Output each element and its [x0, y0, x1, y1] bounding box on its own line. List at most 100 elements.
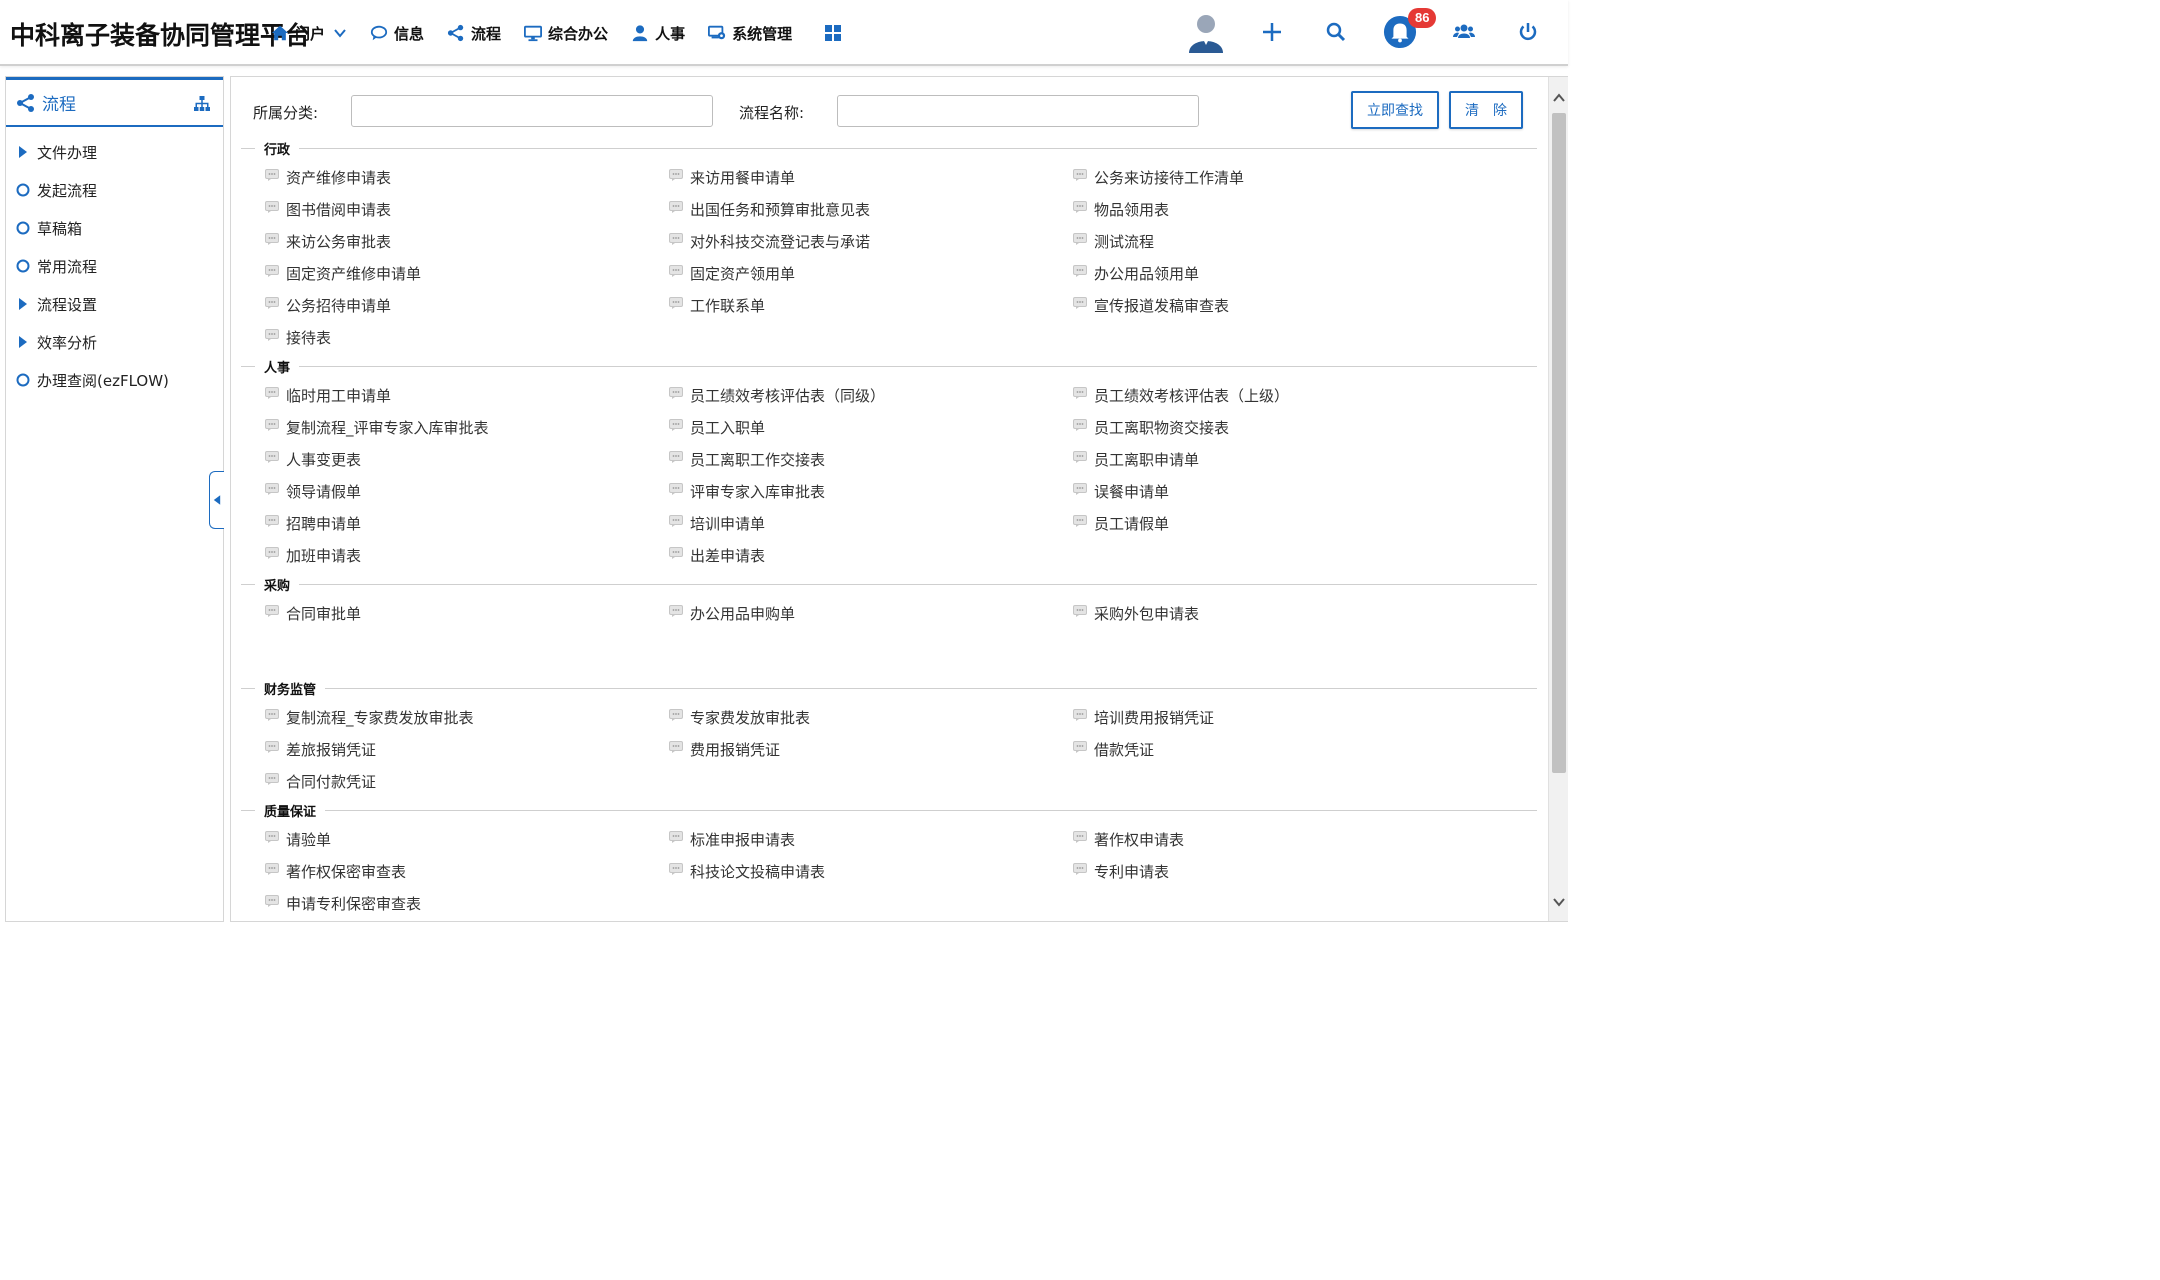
flow-item[interactable]: 公务招待申请单: [265, 289, 669, 321]
form-icon: [669, 513, 683, 527]
flow-item[interactable]: 对外科技交流登记表与承诺: [669, 225, 1073, 257]
flow-item[interactable]: 请验单: [265, 823, 669, 855]
scroll-down-icon[interactable]: [1552, 895, 1566, 909]
flow-item[interactable]: 科技论文投稿申请表: [669, 855, 1073, 887]
flow-item-label: 来访公务审批表: [286, 232, 392, 251]
flow-item[interactable]: 申请专利保密审查表: [265, 887, 669, 919]
sidebar-item[interactable]: 文件办理: [6, 133, 223, 171]
nav-system-label: 系统管理: [732, 24, 793, 43]
sidebar-item[interactable]: 发起流程: [6, 171, 223, 209]
flow-item[interactable]: 固定资产维修申请单: [265, 257, 669, 289]
category-section: 人事 临时用工申请单 员工绩效考核评估表（同级） 员工绩效考核评估表（上级） 复制流程_…: [241, 353, 1537, 571]
flow-item[interactable]: 公务来访接待工作清单: [1073, 161, 1477, 193]
flow-grid: 请验单 标准申报申请表 著作权申请表著作权保密审查表 科技论文投稿申请表 专利申请表申请…: [241, 823, 1537, 919]
scrollbar[interactable]: [1548, 77, 1568, 921]
flow-item[interactable]: 培训费用报销凭证: [1073, 701, 1477, 733]
flow-item[interactable]: 出差申请表: [669, 539, 1073, 571]
flow-item[interactable]: 固定资产领用单: [669, 257, 1073, 289]
flow-item[interactable]: 采购外包申请表: [1073, 597, 1477, 629]
flow-item[interactable]: 标准申报申请表: [669, 823, 1073, 855]
nav-office[interactable]: 综合办公: [523, 23, 608, 44]
flow-item[interactable]: 出国任务和预算审批意见表: [669, 193, 1073, 225]
sidebar-item[interactable]: 效率分析: [6, 323, 223, 361]
nav-portal[interactable]: 门户: [270, 23, 347, 44]
org-tree-icon[interactable]: [193, 95, 211, 113]
flow-name-input[interactable]: [837, 95, 1199, 127]
flow-item[interactable]: 招聘申请单: [265, 507, 669, 539]
flow-item[interactable]: 评审专家入库审批表: [669, 475, 1073, 507]
form-icon: [265, 295, 279, 309]
flow-item[interactable]: 领导请假单: [265, 475, 669, 507]
flow-item[interactable]: 著作权保密审查表: [265, 855, 669, 887]
collapse-sidebar-button[interactable]: [209, 471, 224, 529]
notifications-button[interactable]: 86: [1382, 8, 1437, 50]
search-icon: [1326, 22, 1346, 42]
flow-item-label: 专家费发放审批表: [690, 708, 811, 727]
flow-item[interactable]: 专家费发放审批表: [669, 701, 1073, 733]
flow-item[interactable]: 员工离职工作交接表: [669, 443, 1073, 475]
nav-info[interactable]: 信息: [369, 23, 424, 44]
sidebar-item[interactable]: 办理查阅(ezFLOW): [6, 361, 223, 399]
flow-item[interactable]: 员工离职申请单: [1073, 443, 1477, 475]
flow-item[interactable]: 合同审批单: [265, 597, 669, 629]
flow-item[interactable]: 来访用餐申请单: [669, 161, 1073, 193]
search-now-button[interactable]: 立即查找: [1351, 91, 1439, 129]
category-title: 质量保证: [255, 801, 326, 820]
flow-item[interactable]: 加班申请表: [265, 539, 669, 571]
flow-item-label: 借款凭证: [1094, 740, 1155, 759]
flow-item[interactable]: 物品领用表: [1073, 193, 1477, 225]
flow-item[interactable]: 借款凭证: [1073, 733, 1477, 765]
sidebar: 流程 文件办理 发起流程 草稿箱 常用流程 流程设置 效率分析 办理查阅(ezFLOW): [5, 76, 224, 922]
nav-hr[interactable]: 人事: [630, 23, 685, 44]
flow-item[interactable]: 临时用工申请单: [265, 379, 669, 411]
flow-item[interactable]: 员工绩效考核评估表（上级）: [1073, 379, 1477, 411]
flow-item[interactable]: 工作联系单: [669, 289, 1073, 321]
form-icon: [1073, 385, 1087, 399]
logout-button[interactable]: [1510, 14, 1546, 50]
flow-item[interactable]: 费用报销凭证: [669, 733, 1073, 765]
flow-item[interactable]: 合同付款凭证: [265, 765, 669, 797]
flow-item[interactable]: 来访公务审批表: [265, 225, 669, 257]
sidebar-item[interactable]: 草稿箱: [6, 209, 223, 247]
nav-workflow[interactable]: 流程: [446, 23, 501, 44]
avatar[interactable]: [1186, 10, 1226, 54]
sidebar-item[interactable]: 常用流程: [6, 247, 223, 285]
flow-item[interactable]: 员工绩效考核评估表（同级）: [669, 379, 1073, 411]
nav-workflow-label: 流程: [471, 24, 502, 43]
flow-item[interactable]: 人事变更表: [265, 443, 669, 475]
flow-item[interactable]: 办公用品申购单: [669, 597, 1073, 629]
add-button[interactable]: [1254, 14, 1290, 50]
sidebar-item[interactable]: 流程设置: [6, 285, 223, 323]
nav-system[interactable]: 系统管理: [707, 23, 792, 44]
scrollbar-thumb[interactable]: [1552, 113, 1566, 773]
form-icon: [265, 893, 279, 907]
flow-item[interactable]: 培训申请单: [669, 507, 1073, 539]
scroll-up-icon[interactable]: [1552, 91, 1566, 105]
flow-item[interactable]: 办公用品领用单: [1073, 257, 1477, 289]
flow-item[interactable]: 员工离职物资交接表: [1073, 411, 1477, 443]
flow-item-label: 误餐申请单: [1094, 482, 1170, 501]
nav-portal-label: 门户: [295, 24, 326, 43]
flow-item[interactable]: 差旅报销凭证: [265, 733, 669, 765]
flow-item[interactable]: 图书借阅申请表: [265, 193, 669, 225]
flow-item[interactable]: 测试流程: [1073, 225, 1477, 257]
flow-item-label: 科技论文投稿申请表: [690, 862, 826, 881]
apps-grid-icon[interactable]: [824, 24, 842, 42]
flow-item[interactable]: 资产维修申请表: [265, 161, 669, 193]
flow-item[interactable]: 专利申请表: [1073, 855, 1477, 887]
form-icon: [265, 263, 279, 277]
flow-item[interactable]: 接待表: [265, 321, 669, 353]
flow-item[interactable]: 著作权申请表: [1073, 823, 1477, 855]
flow-item-label: 接待表: [286, 328, 332, 347]
flow-item[interactable]: 员工请假单: [1073, 507, 1477, 539]
flow-item[interactable]: 复制流程_专家费发放审批表: [265, 701, 669, 733]
search-button[interactable]: [1318, 14, 1354, 50]
clear-button[interactable]: 清 除: [1449, 91, 1523, 129]
category-input[interactable]: [351, 95, 713, 127]
contacts-button[interactable]: [1446, 14, 1482, 50]
flow-item[interactable]: 员工入职单: [669, 411, 1073, 443]
flow-item[interactable]: 误餐申请单: [1073, 475, 1477, 507]
flow-item[interactable]: 复制流程_评审专家入库审批表: [265, 411, 669, 443]
flow-item-label: 合同付款凭证: [286, 772, 377, 791]
flow-item[interactable]: 宣传报道发稿审查表: [1073, 289, 1477, 321]
